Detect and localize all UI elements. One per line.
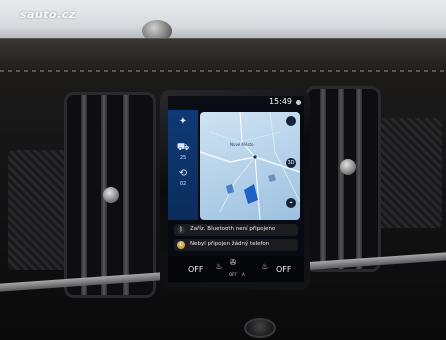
left-climate-off[interactable]: OFF — [188, 265, 204, 274]
bluetooth-icon: ᛒ — [177, 226, 185, 234]
phone-icon: ✆ — [177, 241, 185, 249]
infotainment-screen: 15:49 ✦ ⛟ 25 ⟲ 02 Nové Město 3D ⌖ ᛒ Zaří… — [168, 96, 304, 282]
car-dashboard-photo: sauto.cz 15:49 ✦ ⛟ 25 ⟲ 02 Nové Město 3D… — [0, 0, 446, 340]
navigation-sidebar: ✦ ⛟ 25 ⟲ 02 — [168, 110, 198, 220]
sidebar-item1-label: 25 — [179, 155, 187, 161]
bluetooth-notification[interactable]: ᛒ Zaříz. Bluetooth není připojeno — [174, 224, 298, 236]
sidebar-item2-label: 02 — [179, 181, 187, 187]
navigation-map[interactable]: Nové Město 3D ⌖ — [200, 112, 300, 220]
watermark-logo: sauto.cz — [20, 8, 76, 21]
route-icon[interactable]: ⟲ — [175, 168, 191, 180]
car-icon[interactable]: ⛟ — [175, 142, 191, 154]
clock: 15:49 — [268, 97, 292, 106]
leather-stitching — [0, 70, 446, 72]
air-vent-right — [305, 86, 381, 272]
map-roads — [200, 112, 300, 220]
phone-notification[interactable]: ✆ Nebyl připojen žádný telefon — [174, 239, 298, 251]
home-button[interactable] — [244, 318, 276, 338]
status-icon — [296, 100, 301, 105]
carbon-trim-right — [372, 118, 442, 228]
fan-icon[interactable]: ✇ — [228, 258, 238, 267]
center-climate-off[interactable]: OFF — [229, 272, 237, 277]
seat-heat-right-icon[interactable]: ♨ — [260, 262, 270, 271]
air-vent-left — [64, 92, 156, 298]
map-locate-button[interactable]: ⌖ — [286, 198, 296, 208]
map-menu-button[interactable] — [286, 116, 296, 126]
center-climate-sub: A — [242, 272, 245, 277]
map-place-label: Nové Město — [230, 142, 254, 147]
bluetooth-text: Zaříz. Bluetooth není připojeno — [190, 226, 276, 232]
right-climate-off[interactable]: OFF — [276, 265, 292, 274]
dashboard-top-leather — [0, 38, 446, 83]
phone-text: Nebyl připojen žádný telefon — [190, 241, 270, 247]
seat-heat-left-icon[interactable]: ♨ — [214, 262, 224, 271]
status-bar: 15:49 — [168, 96, 304, 110]
compass-icon[interactable]: ✦ — [175, 116, 191, 128]
vent-knob-right — [340, 159, 356, 175]
vent-knob-left — [103, 187, 119, 203]
map-3d-button[interactable]: 3D — [286, 158, 296, 168]
climate-bar: OFF ♨ ✇ OFF A ♨ OFF — [168, 256, 304, 282]
